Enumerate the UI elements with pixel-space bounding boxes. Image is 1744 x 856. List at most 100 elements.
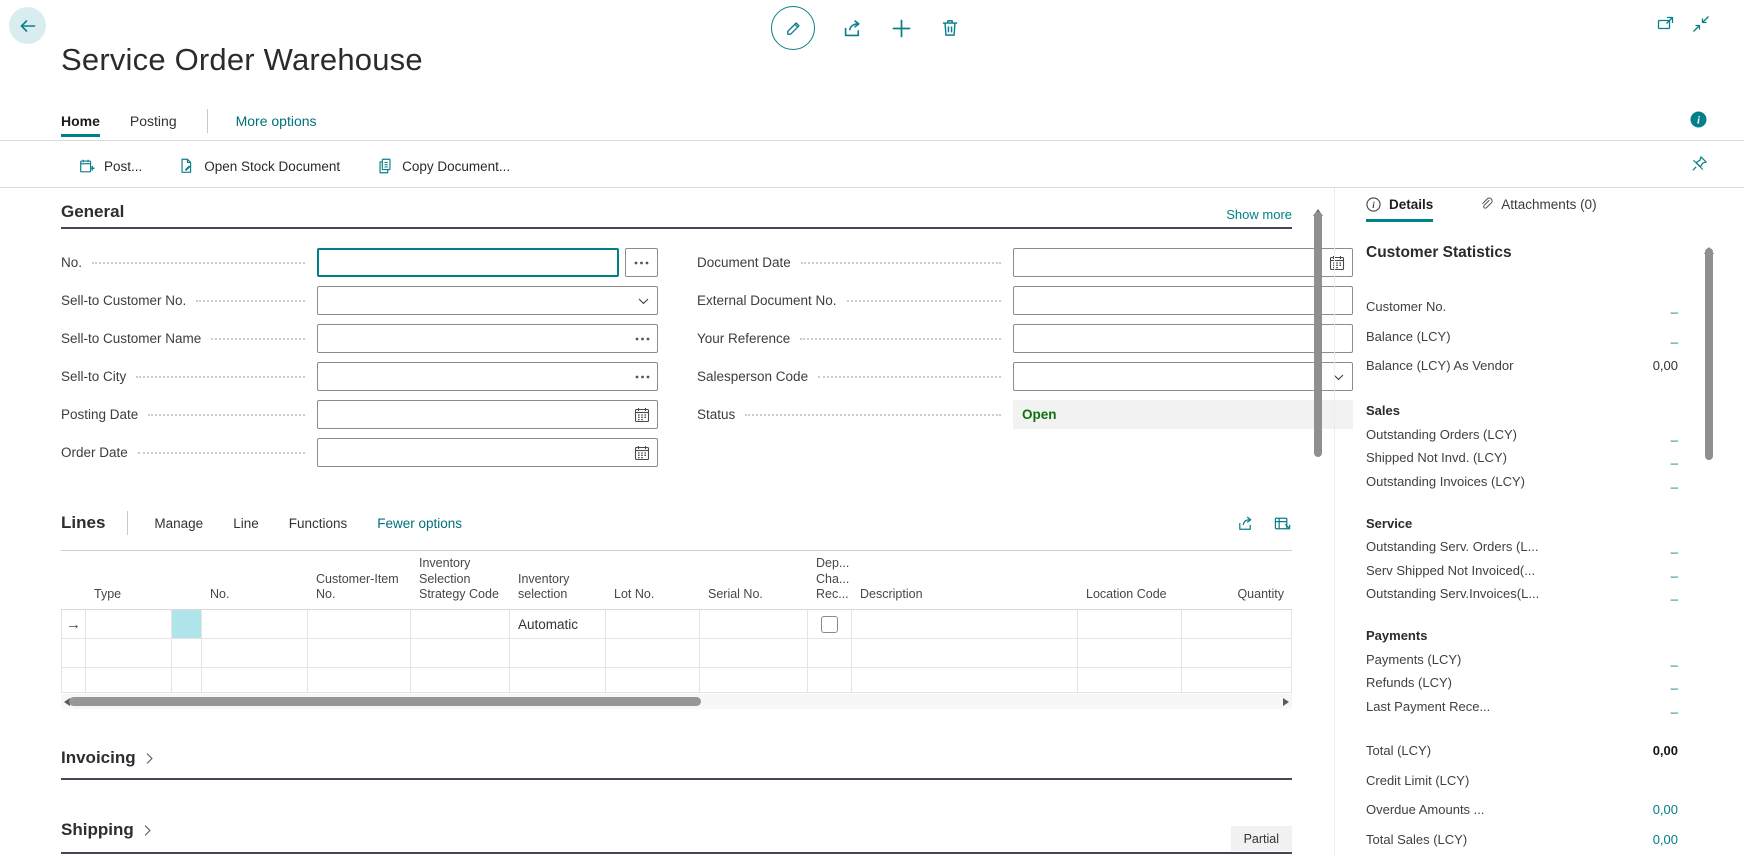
open-stock-document-button[interactable]: Open Stock Document — [178, 157, 340, 175]
column-header-quantity[interactable]: Quantity — [1182, 551, 1292, 609]
copy-document-button[interactable]: Copy Document... — [376, 157, 510, 175]
calendar-icon[interactable] — [634, 407, 650, 423]
cell-serial-no[interactable] — [700, 610, 808, 639]
stat-value[interactable]: _ — [1671, 427, 1678, 442]
no-input[interactable] — [317, 248, 619, 277]
column-header-customer-item-no[interactable]: Customer-Item No. — [308, 551, 411, 609]
dep-cha-rec-checkbox[interactable] — [821, 616, 838, 633]
column-header-location-code[interactable]: Location Code — [1078, 551, 1182, 609]
stat-value[interactable]: 0,00 — [1653, 832, 1678, 847]
salesperson-code-input[interactable] — [1013, 362, 1353, 391]
assist-edit-icon[interactable] — [635, 337, 650, 341]
share-button[interactable] — [841, 17, 864, 40]
stat-value[interactable]: _ — [1671, 652, 1678, 667]
main-vertical-scrollbar[interactable] — [1313, 192, 1323, 852]
stat-value[interactable]: _ — [1671, 586, 1678, 601]
lines-menu-functions[interactable]: Functions — [289, 516, 348, 531]
post-button[interactable]: Post... — [78, 157, 142, 175]
stat-value[interactable]: _ — [1671, 329, 1678, 344]
your-reference-input[interactable] — [1013, 324, 1353, 353]
cell-lot-no[interactable] — [606, 610, 700, 639]
cell-spacer[interactable] — [172, 610, 202, 639]
cell-customer-item-no[interactable] — [308, 668, 411, 693]
posting-date-input[interactable] — [317, 400, 658, 429]
stat-value[interactable]: _ — [1671, 299, 1678, 314]
order-date-input[interactable] — [317, 438, 658, 467]
cell-dep-cha-rec[interactable] — [808, 668, 852, 693]
sell-to-customer-name-input[interactable] — [317, 324, 658, 353]
cell-quantity[interactable] — [1182, 668, 1292, 693]
cell-no[interactable] — [202, 639, 308, 668]
collapse-button[interactable] — [1691, 14, 1711, 34]
cell-description[interactable] — [852, 610, 1078, 639]
column-header-dep-cha-rec[interactable]: Dep... Cha... Rec... — [808, 551, 852, 609]
sell-to-city-input[interactable] — [317, 362, 658, 391]
cell-type[interactable] — [86, 639, 172, 668]
cell-location-code[interactable] — [1078, 610, 1182, 639]
cell-location-code[interactable] — [1078, 668, 1182, 693]
open-in-new-window-button[interactable] — [1656, 14, 1676, 34]
cell-no[interactable] — [202, 668, 308, 693]
tab-home[interactable]: Home — [61, 113, 100, 137]
scrollbar-thumb[interactable] — [1314, 212, 1322, 457]
cell-inventory-selection-strategy-code[interactable] — [411, 639, 510, 668]
lines-menu-line[interactable]: Line — [233, 516, 259, 531]
cell-serial-no[interactable] — [700, 639, 808, 668]
calendar-icon[interactable] — [634, 445, 650, 461]
cell-inventory-selection[interactable] — [510, 639, 606, 668]
cell-customer-item-no[interactable] — [308, 639, 411, 668]
back-button[interactable] — [9, 7, 46, 44]
lines-menu-manage[interactable]: Manage — [154, 516, 203, 531]
column-header-inventory-selection-strategy-code[interactable]: Inventory Selection Strategy Code — [411, 551, 510, 609]
scrollbar-thumb[interactable] — [69, 697, 701, 706]
scrollbar-thumb[interactable] — [1705, 248, 1713, 460]
cell-type[interactable] — [86, 610, 172, 639]
column-header-serial-no[interactable]: Serial No. — [700, 551, 808, 609]
show-more-link[interactable]: Show more — [1226, 207, 1292, 222]
cell-quantity[interactable] — [1182, 639, 1292, 668]
shipping-section-header[interactable]: Shipping — [61, 820, 154, 840]
cell-no[interactable] — [202, 610, 308, 639]
tab-attachments[interactable]: Attachments (0) — [1479, 197, 1596, 222]
cell-description[interactable] — [852, 639, 1078, 668]
cell-inventory-selection[interactable] — [510, 668, 606, 693]
column-header-lot-no[interactable]: Lot No. — [606, 551, 700, 609]
fewer-options-link[interactable]: Fewer options — [377, 516, 462, 531]
column-header-description[interactable]: Description — [852, 551, 1078, 609]
external-document-no-input[interactable] — [1013, 286, 1353, 315]
stat-value[interactable]: _ — [1671, 699, 1678, 714]
cell-serial-no[interactable] — [700, 668, 808, 693]
open-in-excel-button[interactable] — [1273, 514, 1292, 533]
stat-value[interactable]: _ — [1671, 539, 1678, 554]
stat-value[interactable]: 0,00 — [1653, 802, 1678, 817]
tab-details[interactable]: i Details — [1366, 197, 1433, 222]
edit-button[interactable] — [771, 6, 815, 50]
factbox-vertical-scrollbar[interactable] — [1704, 230, 1714, 856]
stat-value[interactable]: _ — [1671, 675, 1678, 690]
cell-inventory-selection[interactable]: Automatic — [510, 610, 606, 639]
cell-lot-no[interactable] — [606, 639, 700, 668]
column-header-inventory-selection[interactable]: Inventory selection — [510, 551, 606, 609]
column-header-type[interactable]: Type — [86, 551, 172, 609]
lines-horizontal-scrollbar[interactable] — [61, 694, 1292, 709]
invoicing-section-header[interactable]: Invoicing — [61, 748, 156, 768]
cell-inventory-selection-strategy-code[interactable] — [411, 610, 510, 639]
cell-location-code[interactable] — [1078, 639, 1182, 668]
cell-quantity[interactable] — [1182, 610, 1292, 639]
new-button[interactable] — [890, 17, 913, 40]
tab-posting[interactable]: Posting — [130, 113, 177, 137]
cell-spacer[interactable] — [172, 639, 202, 668]
cell-customer-item-no[interactable] — [308, 610, 411, 639]
sell-to-customer-no-input[interactable] — [317, 286, 658, 315]
cell-spacer[interactable] — [172, 668, 202, 693]
cell-lot-no[interactable] — [606, 668, 700, 693]
unpin-button[interactable] — [1690, 154, 1709, 178]
assist-edit-button[interactable] — [625, 248, 658, 277]
lines-share-button[interactable] — [1236, 514, 1255, 533]
cell-dep-cha-rec[interactable] — [808, 639, 852, 668]
cell-dep-cha-rec[interactable] — [808, 610, 852, 639]
more-options-button[interactable]: More options — [236, 113, 317, 137]
cell-description[interactable] — [852, 668, 1078, 693]
assist-edit-icon[interactable] — [635, 375, 650, 379]
stat-value[interactable]: _ — [1671, 450, 1678, 465]
